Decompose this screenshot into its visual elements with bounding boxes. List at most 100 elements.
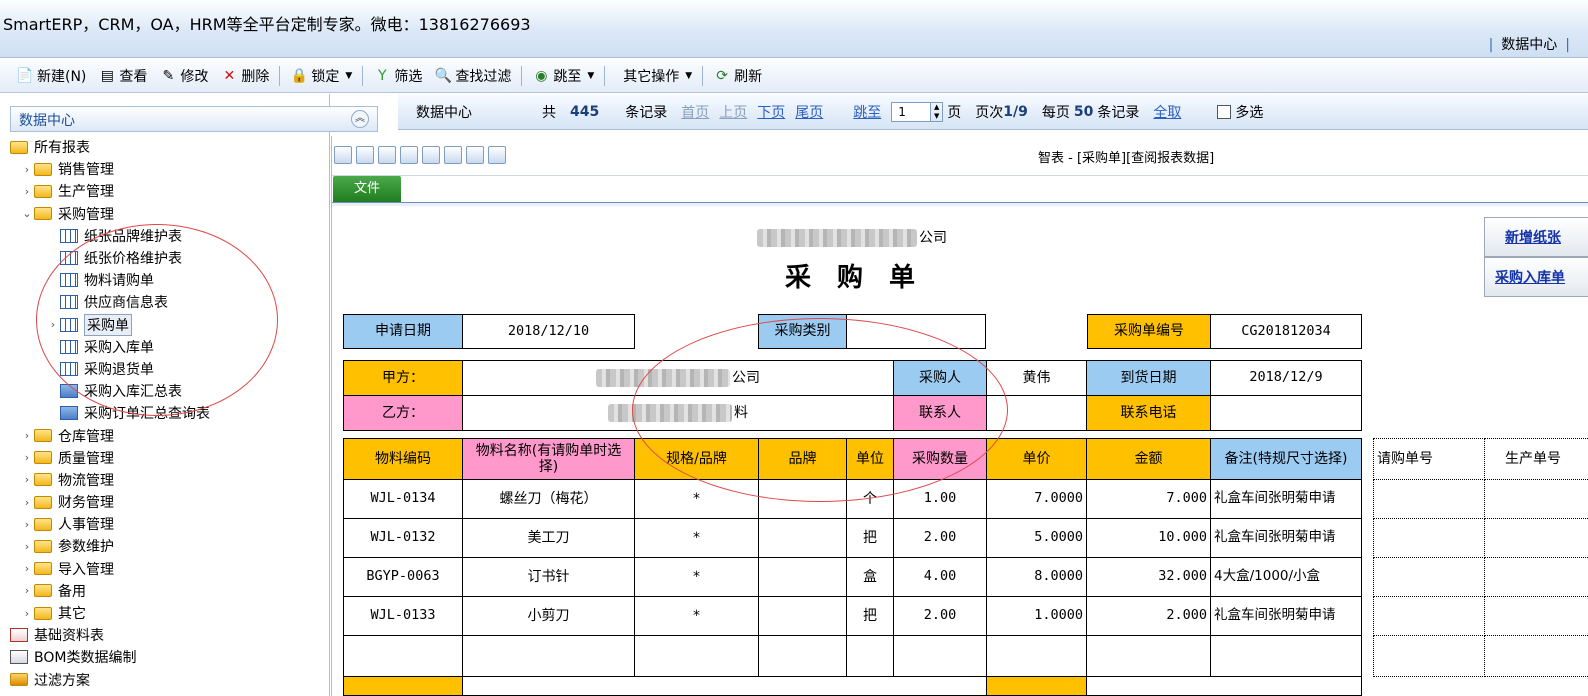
tree-label: 物料请购单: [84, 273, 154, 290]
tree-label: 参数维护: [58, 539, 114, 556]
filter-button[interactable]: Y 筛选: [367, 63, 428, 89]
data-center-link[interactable]: | 数据中心 |: [1489, 34, 1578, 54]
expand-icon[interactable]: ›: [20, 473, 34, 486]
tree-item-order-summary[interactable]: 采购订单汇总查询表: [10, 402, 330, 424]
expand-icon[interactable]: ›: [20, 540, 34, 553]
expand-icon[interactable]: ›: [20, 451, 34, 464]
edit-button[interactable]: ✎ 修改: [153, 63, 214, 89]
tree-item-production[interactable]: › 生产管理: [10, 180, 330, 202]
row-qty: 2.00: [893, 518, 987, 558]
row-code: WJL-0134: [343, 479, 463, 519]
folder-icon: [34, 517, 52, 531]
expand-icon[interactable]: ›: [20, 562, 34, 575]
tree-item-sales[interactable]: › 销售管理: [10, 158, 330, 180]
row-spec: *: [634, 518, 759, 558]
view-button[interactable]: ▤ 查看: [92, 63, 153, 89]
tree-item-purchase-order[interactable]: › 采购单: [10, 313, 330, 336]
collapse-tree-icon[interactable]: ⌄: [20, 207, 34, 220]
spin-down-icon[interactable]: ▼: [931, 112, 942, 121]
spin-up-icon[interactable]: ▲: [931, 103, 942, 112]
tree-item-bom[interactable]: BOM类数据编制: [10, 646, 330, 668]
goto-page-link[interactable]: 跳至: [853, 102, 881, 122]
row-brand: [758, 479, 847, 519]
view-icon: ▤: [100, 67, 115, 84]
next-page-link[interactable]: 下页: [757, 102, 785, 122]
tree-item-warehouse[interactable]: › 仓库管理: [10, 424, 330, 446]
total-prefix: 共: [542, 104, 556, 121]
multi-select-checkbox[interactable]: [1217, 104, 1232, 119]
tree-item-basic[interactable]: 基础资料表: [10, 624, 330, 646]
tree-item-supplier-info[interactable]: 供应商信息表: [10, 291, 330, 313]
tree-item-purchase-inbound[interactable]: 采购入库单: [10, 336, 330, 358]
tree-item-inbound-summary[interactable]: 采购入库汇总表: [10, 380, 330, 402]
preview-icon[interactable]: [378, 146, 396, 164]
copy-icon[interactable]: [422, 146, 440, 164]
party-b-value: 料: [462, 395, 894, 431]
expand-icon[interactable]: ›: [20, 518, 34, 531]
folder-open-icon: [10, 140, 28, 154]
refresh-button[interactable]: ⟳ 刷新: [707, 63, 768, 89]
expand-icon[interactable]: ›: [20, 185, 34, 198]
book-icon[interactable]: [488, 146, 506, 164]
page-spinner[interactable]: ▲ ▼: [931, 101, 944, 122]
expand-icon[interactable]: ›: [20, 584, 34, 597]
tree-item-paper-brand[interactable]: 纸张品牌维护表: [10, 225, 330, 247]
prev-page-link[interactable]: 上页: [719, 102, 747, 122]
expand-icon[interactable]: ›: [46, 318, 60, 331]
new-button[interactable]: 📄 新建(N): [10, 63, 92, 89]
export-icon[interactable]: [356, 146, 374, 164]
report-title: 采 购 单: [784, 263, 915, 294]
tree-item-params[interactable]: › 参数维护: [10, 535, 330, 557]
row-amount: 7.000: [1086, 479, 1211, 519]
expand-icon[interactable]: ›: [20, 163, 34, 176]
expand-icon[interactable]: ›: [20, 429, 34, 442]
print-icon[interactable]: [400, 146, 418, 164]
row-qty: 4.00: [893, 557, 987, 597]
row-amount: 10.000: [1086, 518, 1211, 558]
goto-button[interactable]: ◉ 跳至 ▼: [526, 63, 600, 89]
tree-item-purchase[interactable]: ⌄ 采购管理: [10, 203, 330, 225]
purchase-inbound-button[interactable]: 采购入库单: [1484, 257, 1588, 297]
other-ops-button[interactable]: 其它操作 ▼: [617, 63, 698, 89]
zoom-in-icon[interactable]: [444, 146, 462, 164]
last-page-link[interactable]: 尾页: [795, 102, 823, 122]
select-all-link[interactable]: 全取: [1153, 102, 1181, 122]
tree-label: 采购退货单: [84, 361, 154, 378]
view-label: 查看: [119, 68, 148, 85]
delete-button[interactable]: ✕ 删除: [214, 63, 275, 89]
tree-item-finance[interactable]: › 财务管理: [10, 491, 330, 513]
tree-item-backup[interactable]: › 备用: [10, 580, 330, 602]
file-tab[interactable]: 文件: [333, 176, 401, 202]
expand-icon[interactable]: ›: [20, 607, 34, 620]
lock-icon: 🔒: [290, 67, 309, 84]
other-ops-label: 其它操作: [623, 68, 680, 85]
table-icon: [60, 361, 78, 376]
total-row-value-partial: [462, 676, 987, 696]
tree-item-import[interactable]: › 导入管理: [10, 558, 330, 580]
row-unit: 把: [846, 518, 894, 558]
tree-item-others[interactable]: › 其它: [10, 602, 330, 624]
layout-icon[interactable]: [334, 146, 352, 164]
apply-date-label: 申请日期: [343, 314, 463, 349]
tree-item-material-request[interactable]: 物料请购单: [10, 269, 330, 291]
expand-icon[interactable]: ›: [20, 496, 34, 509]
tree-item-quality[interactable]: › 质量管理: [10, 447, 330, 469]
tree-item-purchase-return[interactable]: 采购退货单: [10, 358, 330, 380]
tree-item-hr[interactable]: › 人事管理: [10, 513, 330, 535]
tree-root[interactable]: 所有报表: [10, 136, 330, 158]
row-qty: 2.00: [893, 596, 987, 636]
tree-item-paper-price[interactable]: 纸张价格维护表: [10, 247, 330, 269]
refresh-label: 刷新: [734, 68, 763, 85]
zoom-out-icon[interactable]: [466, 146, 484, 164]
add-paper-button[interactable]: 新增纸张: [1484, 217, 1588, 257]
row-qty: [893, 635, 987, 677]
row-spec: *: [634, 557, 759, 597]
page-number-input[interactable]: 1: [891, 101, 932, 122]
request-no-cell: [1373, 479, 1485, 519]
tree-item-logistics[interactable]: › 物流管理: [10, 469, 330, 491]
lock-button[interactable]: 🔒 锁定 ▼: [284, 63, 358, 89]
first-page-link[interactable]: 首页: [681, 102, 709, 122]
collapse-icon[interactable]: ︽: [351, 110, 369, 128]
find-filter-button[interactable]: 🔍 查找过滤: [428, 63, 517, 89]
tree-item-filter-plan[interactable]: 过滤方案: [10, 669, 330, 691]
